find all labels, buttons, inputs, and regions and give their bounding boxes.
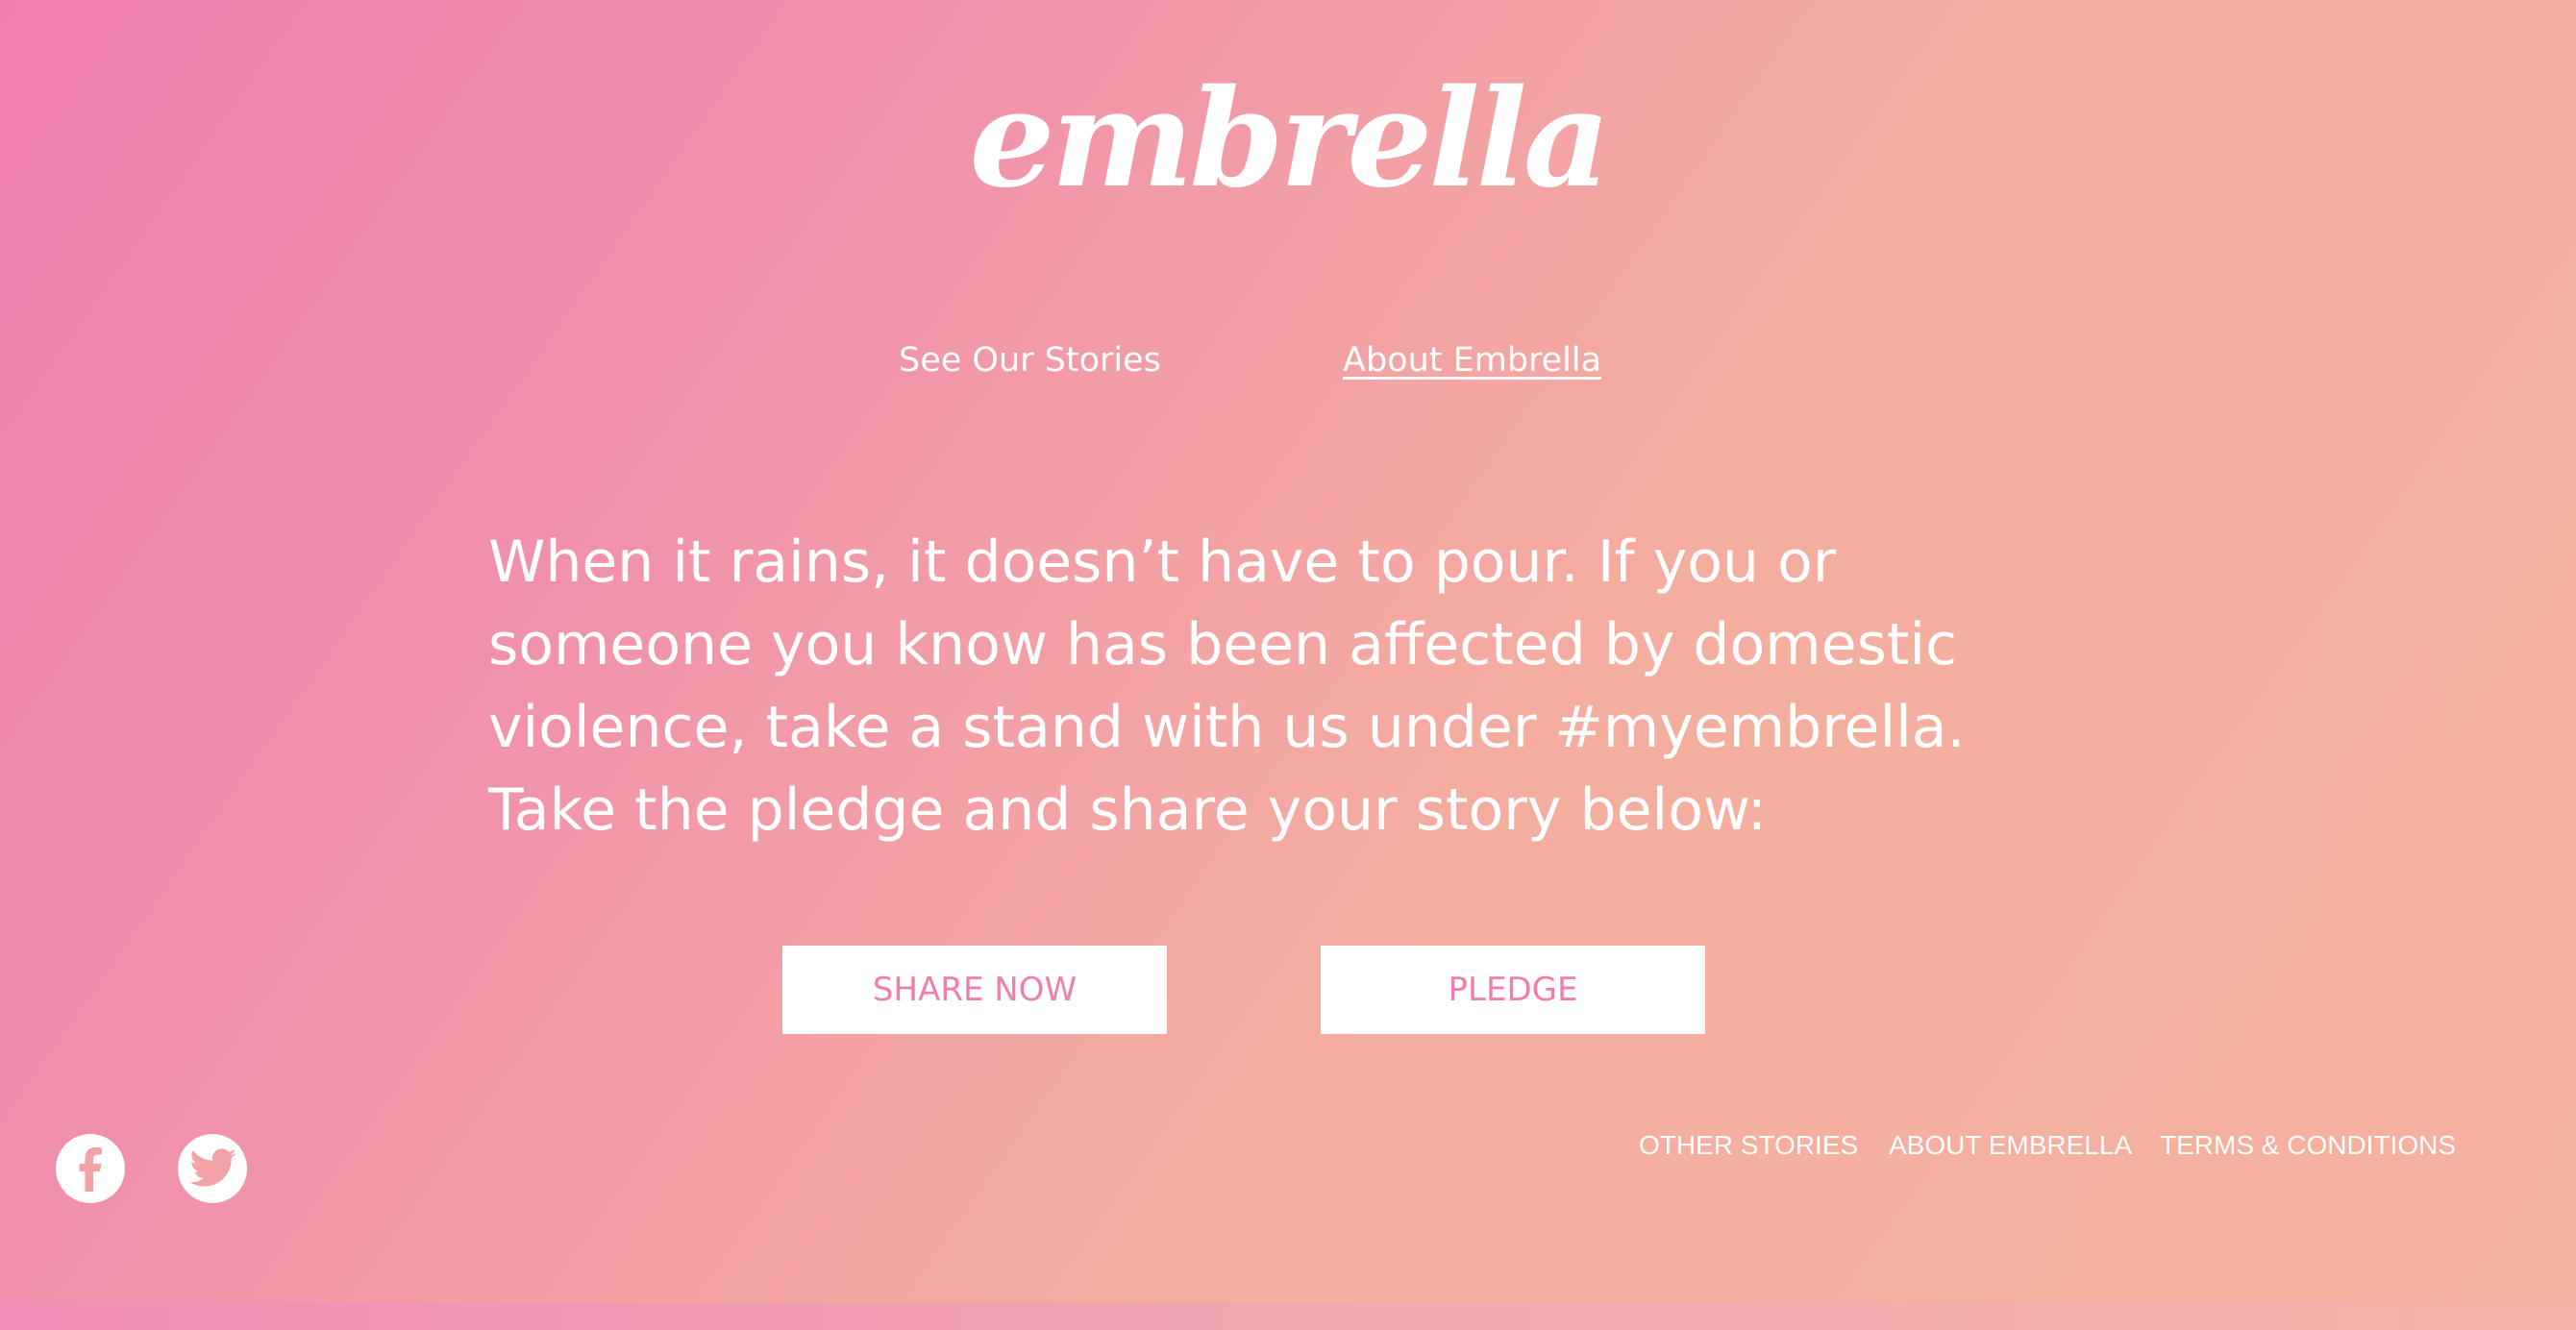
intro-text: When it rains, it doesn’t have to pour. … — [488, 529, 1966, 844]
pledge-button[interactable]: PLEDGE — [1321, 946, 1705, 1034]
embrella-logo[interactable]: embrella — [0, 58, 2576, 221]
facebook-icon — [79, 1147, 102, 1192]
footer-about-embrella[interactable]: ABOUT EMBRELLA — [1889, 1128, 2132, 1163]
nav-about-embrella[interactable]: About Embrella — [1343, 336, 1601, 384]
bottom-bar — [0, 1303, 2576, 1330]
share-now-button[interactable]: SHARE NOW — [782, 946, 1167, 1034]
facebook-button[interactable] — [56, 1134, 125, 1203]
twitter-button[interactable] — [178, 1134, 247, 1203]
nav-see-our-stories[interactable]: See Our Stories — [899, 336, 1161, 384]
twitter-icon — [189, 1148, 236, 1187]
footer-terms-conditions[interactable]: TERMS & CONDITIONS — [2160, 1128, 2456, 1163]
footer-other-stories[interactable]: OTHER STORIES — [1639, 1128, 1858, 1163]
